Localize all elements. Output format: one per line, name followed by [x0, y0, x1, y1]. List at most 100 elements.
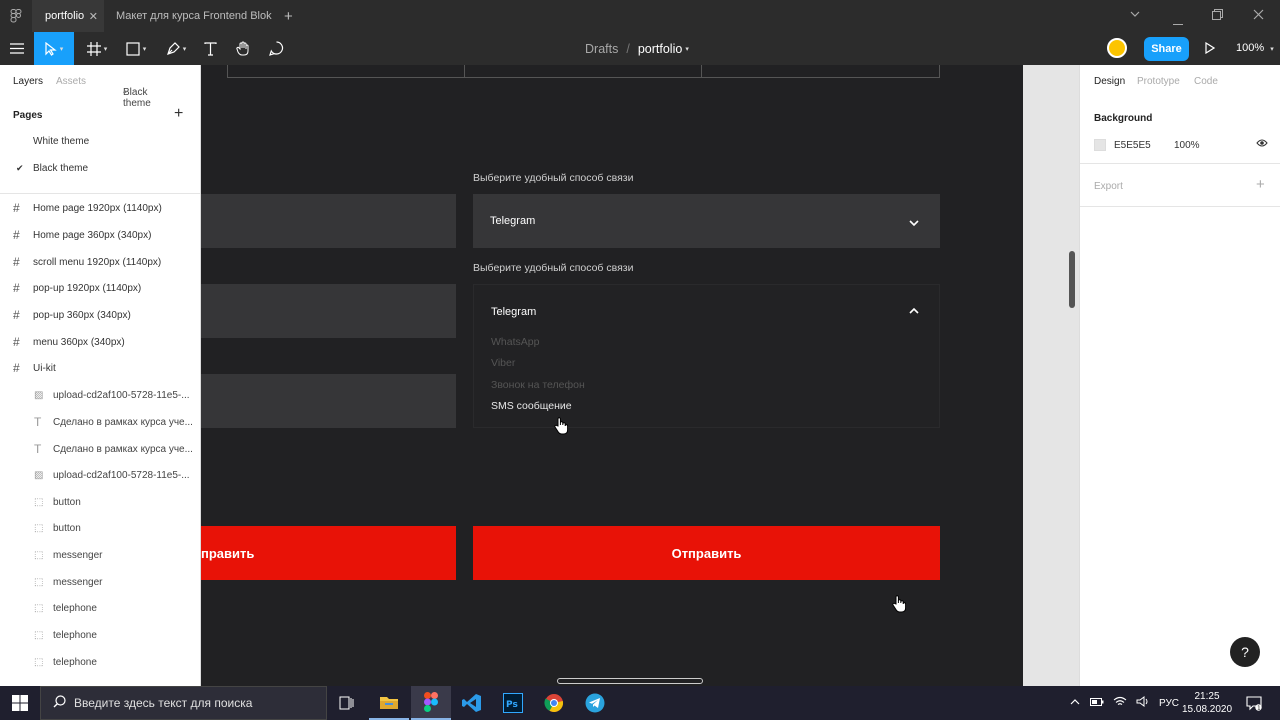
new-tab-button[interactable]: + — [284, 0, 293, 32]
file-name[interactable]: portfolio — [638, 42, 682, 56]
main-menu-icon[interactable] — [8, 32, 26, 65]
messenger-select-closed[interactable]: Telegram — [473, 194, 940, 248]
layer-item[interactable]: ▨ upload-cd2af100-5728-11e5-... — [0, 462, 200, 488]
layer-item[interactable]: T Сделано в рамках курса уче... — [0, 409, 200, 435]
volume-icon[interactable] — [1136, 696, 1149, 710]
tab-frontend-blok[interactable]: Макет для курса Frontend Blok — [116, 0, 272, 32]
submit-button-left[interactable]: править — [201, 526, 456, 580]
eye-icon[interactable] — [1256, 138, 1268, 151]
file-explorer-icon[interactable] — [369, 686, 409, 720]
tab-prototype[interactable]: Prototype — [1137, 76, 1180, 87]
hand-tool-button[interactable] — [234, 32, 252, 65]
image-icon: ▨ — [34, 389, 44, 401]
tab-assets[interactable]: Assets — [56, 76, 86, 87]
design-frame[interactable]: Выберите удобный способ связи Telegram В… — [201, 65, 1023, 686]
vscode-icon[interactable] — [452, 686, 492, 720]
submit-button[interactable]: Отправить — [473, 526, 940, 580]
taskbar-search-box[interactable]: Введите здесь текст для поиска — [40, 686, 327, 720]
figma-app-icon[interactable] — [411, 686, 451, 720]
layer-item[interactable]: ⬚ button — [0, 489, 200, 515]
option-phone-call[interactable]: Звонок на телефон — [491, 379, 585, 391]
minimize-icon[interactable] — [1173, 14, 1183, 29]
background-hex-input[interactable]: E5E5E5 — [1114, 140, 1151, 151]
tab-layers[interactable]: Layers — [13, 76, 43, 87]
figma-menu-icon[interactable] — [10, 9, 22, 26]
table-line — [227, 77, 940, 78]
tab-code[interactable]: Code — [1194, 76, 1218, 87]
layer-label: messenger — [53, 549, 103, 561]
input-field[interactable] — [201, 194, 456, 248]
close-window-icon[interactable] — [1253, 8, 1264, 23]
photoshop-icon[interactable]: Ps — [493, 686, 533, 720]
pen-tool-button[interactable]: ▾ — [161, 32, 191, 65]
layer-item[interactable]: # pop-up 360px (340px) — [0, 302, 200, 328]
layer-item[interactable]: # scroll menu 1920px (1140px) — [0, 249, 200, 275]
shape-tool-button[interactable]: ▾ — [121, 32, 151, 65]
notification-icon[interactable]: 1 — [1246, 695, 1262, 716]
chevron-up-icon[interactable] — [1070, 698, 1080, 709]
add-page-icon[interactable]: + — [174, 105, 183, 123]
page-item-white-theme[interactable]: White theme — [33, 136, 89, 147]
breadcrumb-separator: / — [626, 41, 630, 56]
layer-item[interactable]: # menu 360px (340px) — [0, 329, 200, 355]
vertical-scrollbar[interactable] — [1069, 251, 1075, 308]
help-button[interactable]: ? — [1230, 637, 1260, 667]
chevron-down-icon[interactable] — [1129, 8, 1141, 23]
battery-icon[interactable] — [1090, 697, 1104, 710]
task-view-icon[interactable] — [327, 686, 367, 720]
tab-design[interactable]: Design — [1094, 76, 1125, 87]
layer-item[interactable]: # pop-up 1920px (1140px) — [0, 275, 200, 301]
layer-item[interactable]: ⬚ messenger — [0, 569, 200, 595]
page-item-black-theme[interactable]: Black theme — [33, 163, 88, 174]
messenger-select-open[interactable]: Telegram WhatsApp Viber Звонок на телефо… — [473, 284, 940, 428]
windows-start-icon[interactable] — [12, 695, 28, 716]
layer-label: pop-up 1920px (1140px) — [33, 282, 142, 294]
input-field[interactable] — [201, 284, 456, 338]
option-whatsapp[interactable]: WhatsApp — [491, 336, 539, 348]
layer-item[interactable]: ⬚ messenger — [0, 542, 200, 568]
layer-item[interactable]: ⬚ telephone — [0, 622, 200, 648]
canvas[interactable]: Выберите удобный способ связи Telegram В… — [201, 65, 1079, 686]
chevron-down-icon[interactable]: ▾ — [685, 45, 689, 53]
title-bar: portfolio ✕ Макет для курса Frontend Blo… — [0, 0, 1280, 32]
layer-item[interactable]: # Home page 360px (340px) — [0, 222, 200, 248]
windows-taskbar: Введите здесь текст для поиска Ps РУС 21… — [0, 686, 1280, 720]
move-tool-button[interactable]: ▾ — [34, 32, 74, 65]
option-viber[interactable]: Viber — [491, 357, 515, 369]
frame-icon: # — [13, 281, 20, 295]
frame-tool-button[interactable]: ▾ — [82, 32, 112, 65]
horizontal-scrollbar[interactable] — [557, 678, 703, 684]
layer-item[interactable]: ⬚ telephone — [0, 649, 200, 675]
dashed-frame-icon: ⬚ — [34, 576, 44, 588]
text-tool-button[interactable] — [201, 32, 219, 65]
color-swatch[interactable] — [1094, 139, 1106, 151]
background-opacity-input[interactable]: 100% — [1174, 140, 1200, 151]
close-tab-icon[interactable]: ✕ — [89, 10, 98, 23]
clock-date: 15.08.2020 — [1182, 704, 1233, 715]
layer-item[interactable]: ▨ upload-cd2af100-5728-11e5-... — [0, 382, 200, 408]
telegram-icon[interactable] — [575, 686, 615, 720]
comment-tool-button[interactable] — [267, 32, 285, 65]
breadcrumb-drafts[interactable]: Drafts — [585, 42, 618, 56]
layer-item[interactable]: ⬚ button — [0, 515, 200, 541]
share-button[interactable]: Share — [1144, 37, 1189, 61]
clock[interactable]: 21:25 15.08.2020 — [1182, 690, 1232, 716]
dashed-frame-icon: ⬚ — [34, 549, 44, 561]
select-value: Telegram — [491, 306, 537, 318]
layer-item[interactable]: ⬚ telephone — [0, 595, 200, 621]
tab-portfolio[interactable]: portfolio ✕ — [32, 0, 104, 32]
add-export-icon[interactable]: + — [1256, 176, 1265, 193]
layer-item[interactable]: T Сделано в рамках курса уче... — [0, 436, 200, 462]
wifi-icon[interactable] — [1113, 696, 1127, 710]
present-play-icon[interactable] — [1205, 41, 1216, 59]
chrome-icon[interactable] — [534, 686, 574, 720]
restore-icon[interactable] — [1212, 8, 1223, 23]
layer-item[interactable]: # Ui-kit — [0, 355, 200, 381]
layer-item[interactable]: # Home page 1920px (1140px) — [0, 195, 200, 221]
option-sms[interactable]: SMS сообщение — [491, 400, 572, 412]
avatar[interactable] — [1107, 38, 1127, 58]
zoom-dropdown[interactable]: 100% ▾ — [1236, 42, 1274, 54]
layer-label: messenger — [53, 576, 103, 588]
language-indicator[interactable]: РУС — [1159, 698, 1179, 709]
input-field[interactable] — [201, 374, 456, 428]
